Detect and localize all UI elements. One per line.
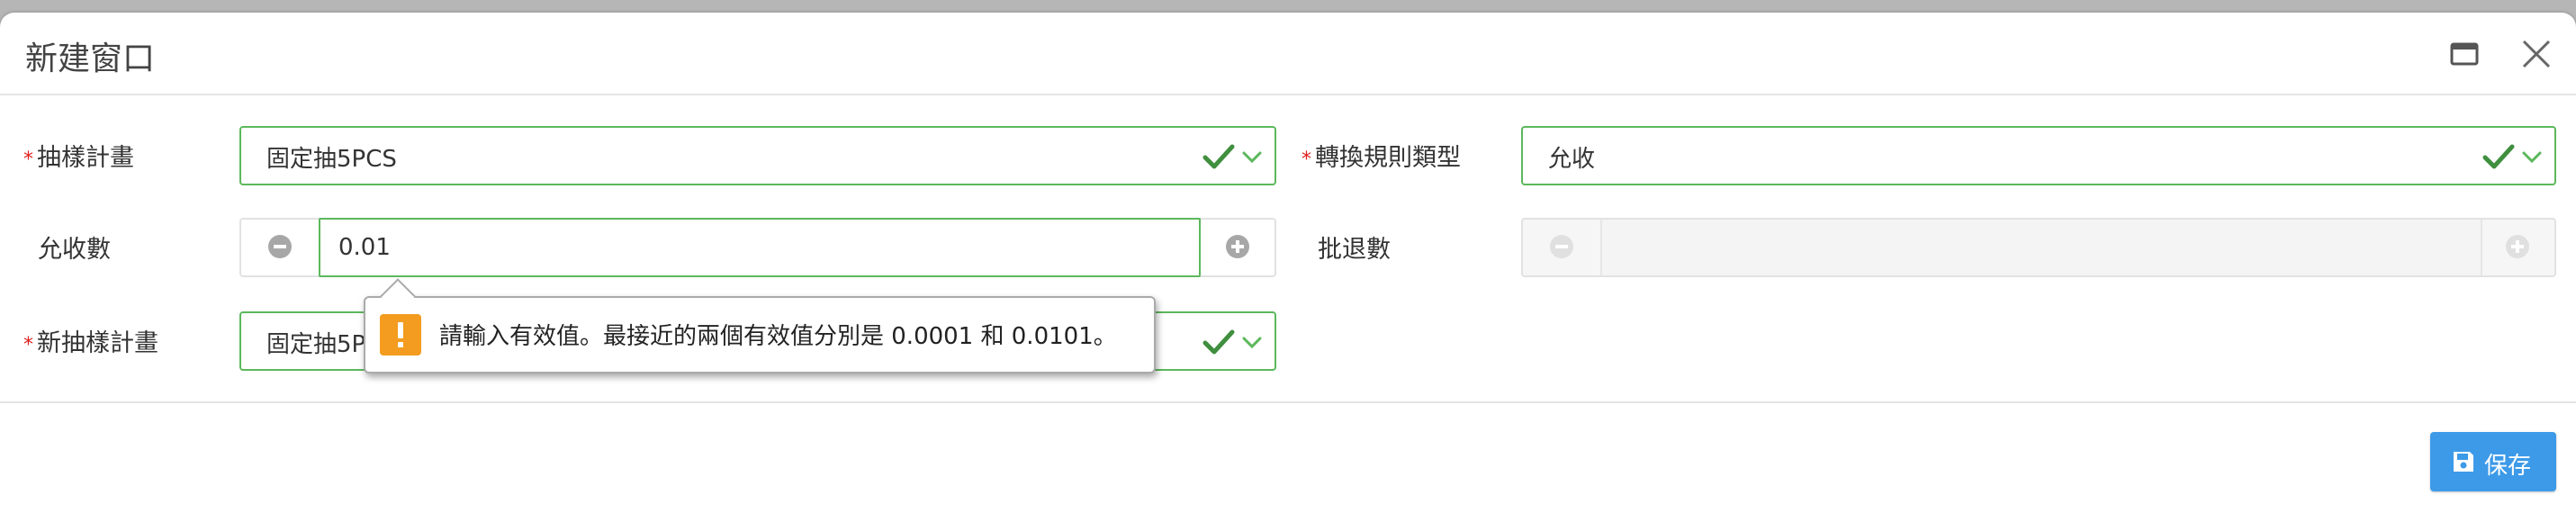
- chevron-down-icon: [1242, 337, 1262, 349]
- plus-circle-icon: [1226, 235, 1249, 258]
- minus-circle-icon: [268, 235, 292, 258]
- minus-circle-icon: [1550, 235, 1573, 258]
- plus-circle-icon: [2506, 235, 2529, 258]
- required-mark: *: [23, 148, 33, 171]
- close-button[interactable]: [2520, 38, 2553, 70]
- accept-count-label: 允收數: [38, 236, 111, 264]
- save-icon: [2454, 452, 2473, 472]
- required-mark: *: [23, 334, 33, 356]
- dialog-window: 新建窗口 * 抽樣計畫 固定抽5PCS * 轉換規則類型 允收 允收數 0.01…: [0, 13, 2576, 522]
- save-button[interactable]: 保存: [2430, 432, 2556, 491]
- validation-message: 請輸入有效值。最接近的兩個有效值分別是 0.0001 和 0.0101。: [439, 323, 1117, 350]
- conversion-rule-select[interactable]: 允收: [1521, 126, 2556, 185]
- chevron-down-icon: [1242, 151, 1262, 164]
- accept-count-input[interactable]: [319, 218, 1201, 277]
- dialog-title: 新建窗口: [25, 40, 156, 77]
- reject-count-decrement-button[interactable]: [1523, 220, 1600, 275]
- sampling-plan-value: 固定抽5PCS: [266, 146, 397, 173]
- close-icon: [2522, 40, 2551, 68]
- sampling-plan-label: * 抽樣計畫: [23, 144, 134, 172]
- reject-count-increment-button[interactable]: [2479, 220, 2556, 275]
- accept-count-increment-button[interactable]: [1199, 220, 1276, 275]
- required-mark: *: [1302, 148, 1311, 171]
- new-sampling-plan-label: * 新抽樣計畫: [23, 329, 158, 357]
- check-icon: [1202, 329, 1235, 355]
- check-icon: [1202, 144, 1235, 169]
- accept-count-decrement-button[interactable]: [241, 220, 319, 275]
- maximize-button[interactable]: [2450, 40, 2479, 68]
- conversion-rule-label: * 轉換規則類型: [1302, 144, 1461, 172]
- save-button-label: 保存: [2484, 453, 2532, 480]
- sampling-plan-select[interactable]: 固定抽5PCS: [239, 126, 1276, 185]
- dialog-header: 新建窗口: [0, 13, 2576, 95]
- reject-count-stepper: [1521, 218, 2556, 277]
- chevron-down-icon: [2522, 151, 2542, 164]
- accept-count-stepper: [239, 218, 1276, 277]
- validation-tooltip: 請輸入有效值。最接近的兩個有效值分別是 0.0001 和 0.0101。: [364, 278, 1156, 374]
- reject-count-label: 批退數: [1318, 236, 1391, 264]
- check-icon: [2482, 144, 2515, 169]
- maximize-icon: [2450, 42, 2479, 66]
- reject-count-input[interactable]: [1600, 220, 2482, 275]
- tooltip-arrow: [380, 278, 416, 314]
- footer-divider: [0, 401, 2576, 403]
- warning-icon: [380, 314, 421, 356]
- conversion-rule-value: 允收: [1548, 146, 1596, 173]
